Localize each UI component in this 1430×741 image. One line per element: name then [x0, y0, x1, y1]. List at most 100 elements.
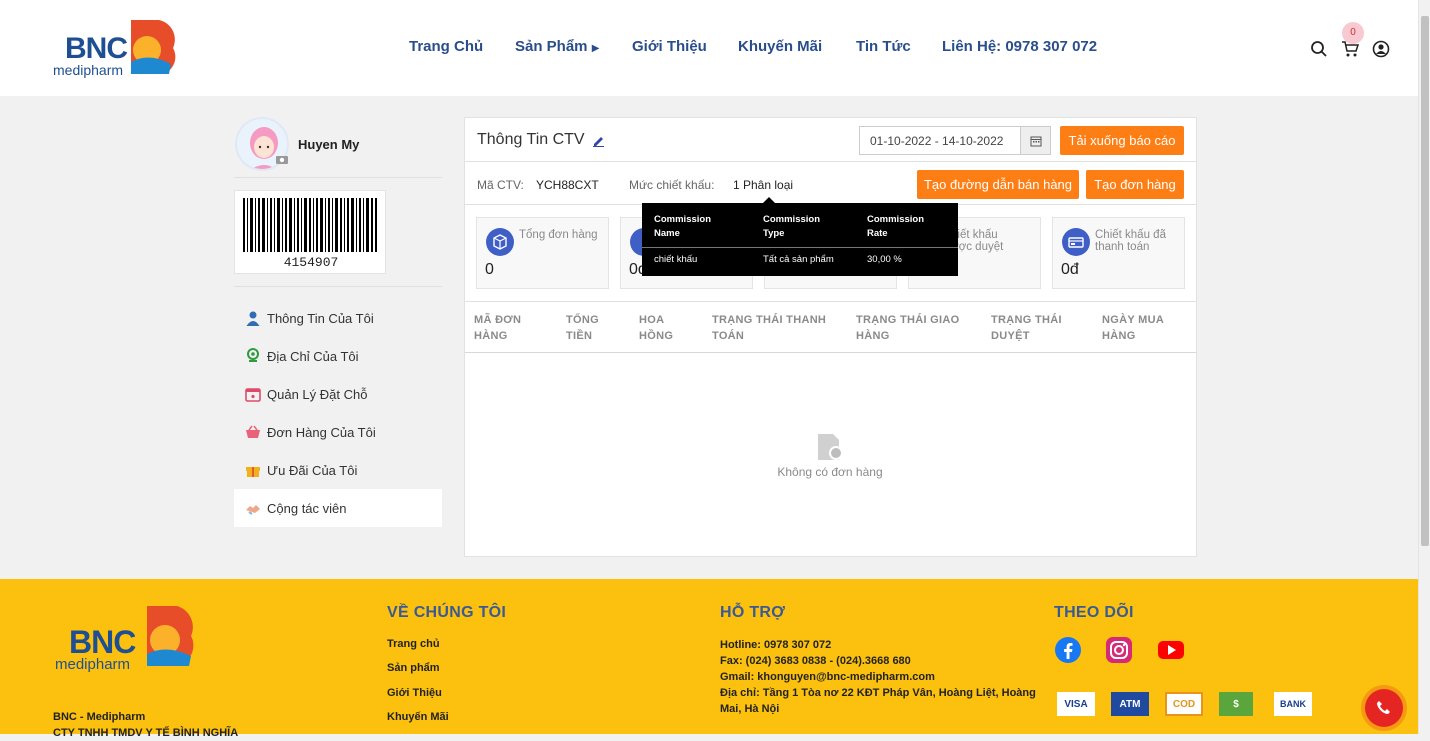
location-pin-icon — [244, 347, 262, 365]
sidebar-item-bookings[interactable]: Quản Lý Đặt Chỗ — [234, 375, 442, 413]
footer-link-about[interactable]: Giới Thiệu — [387, 687, 442, 699]
caret-right-icon: ▶ — [591, 43, 600, 54]
footer-company-full: CTY TNHH TMDV Y TẾ BÌNH NGHĨA — [53, 727, 239, 739]
youtube-icon[interactable] — [1157, 636, 1185, 664]
tooltip-header-name: Commission Name — [654, 214, 712, 239]
user-icon — [244, 309, 262, 327]
tooltip-cell-rate: 30,00 % — [867, 254, 902, 265]
date-range-picker[interactable]: 01-10-2022 - 14-10-2022 — [859, 126, 1051, 155]
nav-products-label: Sản Phẩm — [515, 38, 588, 55]
empty-state-text: Không có đơn hàng — [777, 465, 883, 479]
nav-promo[interactable]: Khuyến Mãi — [738, 38, 822, 55]
payment-label: BANK — [1280, 699, 1306, 709]
footer-about-heading: VỀ CHÚNG TÔI — [387, 604, 507, 621]
edit-icon[interactable] — [592, 134, 605, 147]
nav-about[interactable]: Giới Thiệu — [632, 38, 707, 55]
handshake-icon — [244, 499, 262, 517]
sidebar-item-my-offers[interactable]: Ưu Đãi Của Tôi — [234, 451, 442, 489]
sidebar-item-label: Thông Tin Của Tôi — [267, 310, 374, 326]
nav-home[interactable]: Trang Chủ — [409, 38, 483, 55]
phone-call-button[interactable] — [1365, 689, 1403, 727]
footer-fax: Fax: (024) 3683 0838 - (024).3668 680 — [720, 655, 911, 667]
bank-transfer-payment-icon: BANK — [1274, 692, 1312, 716]
instagram-icon[interactable] — [1105, 636, 1133, 664]
divider — [465, 161, 1196, 162]
calendar-icon[interactable] — [1020, 127, 1050, 154]
page-scrollbar[interactable] — [1418, 0, 1430, 734]
barcode: 4154907 — [234, 190, 386, 274]
download-report-button[interactable]: Tải xuống báo cáo — [1060, 126, 1184, 155]
footer-link-home[interactable]: Trang chủ — [387, 638, 440, 650]
brand-logo[interactable]: BNC medipharm — [53, 14, 193, 84]
nav-contact[interactable]: Liên Hệ: 0978 307 072 — [942, 38, 1097, 55]
stat-label: Tổng đơn hàng — [519, 229, 598, 241]
nav-products[interactable]: Sản Phẩm ▶ — [515, 38, 599, 55]
payment-label: $ — [1233, 698, 1239, 710]
col-header-order-id[interactable]: MÃ ĐƠN HÀNG — [474, 312, 521, 344]
payment-label: COD — [1172, 698, 1196, 710]
search-icon[interactable] — [1310, 40, 1328, 58]
commission-tooltip: Commission Name Commission Type Commissi… — [642, 197, 958, 276]
facebook-icon[interactable] — [1054, 636, 1082, 664]
sidebar-item-label: Cộng tác viên — [267, 500, 347, 516]
sidebar-item-my-info[interactable]: Thông Tin Của Tôi — [234, 299, 442, 337]
sidebar-item-label: Quản Lý Đặt Chỗ — [267, 386, 368, 402]
col-header-payment-status[interactable]: TRẠNG THÁI THANH TOÁN — [712, 312, 826, 344]
nav-news[interactable]: Tin Tức — [856, 38, 911, 55]
ctv-code-value: YCH88CXT — [536, 178, 599, 192]
col-header-commission[interactable]: HOA HỒNG — [639, 312, 673, 344]
sidebar-item-my-orders[interactable]: Đơn Hàng Của Tôi — [234, 413, 442, 451]
footer-link-products[interactable]: Sản phẩm — [387, 662, 440, 674]
tooltip-cell-type: Tất cả sản phẩm — [763, 254, 834, 265]
col-header-total[interactable]: TỔNG TIỀN — [566, 312, 599, 344]
wallet-icon — [1062, 228, 1090, 256]
cash-payment-icon: $ — [1219, 692, 1253, 716]
barcode-number: 4154907 — [283, 255, 339, 270]
divider — [465, 352, 1196, 353]
gift-icon — [244, 461, 262, 479]
sidebar-item-my-address[interactable]: Địa Chỉ Của Tôi — [234, 337, 442, 375]
footer-hotline[interactable]: Hotline: 0978 307 072 — [720, 637, 831, 653]
account-icon[interactable] — [1372, 40, 1390, 58]
discount-label: Mức chiết khấu: — [629, 178, 715, 192]
brand-sub: medipharm — [55, 656, 131, 673]
tooltip-header-rate: Commission Rate — [867, 214, 925, 239]
box-icon — [486, 228, 514, 256]
site-header: BNC medipharm Trang Chủ Sản Phẩm ▶ Giới … — [0, 0, 1418, 96]
payment-label: VISA — [1064, 698, 1088, 710]
footer-link-promo[interactable]: Khuyến Mãi — [387, 711, 449, 723]
footer-support-heading: HỖ TRỢ — [720, 604, 786, 621]
footer-company-short: BNC - Medipharm — [53, 711, 146, 723]
stat-total-orders: Tổng đơn hàng 0 — [476, 217, 609, 289]
footer-gmail[interactable]: Gmail: khonguyen@bnc-medipharm.com — [720, 669, 935, 685]
brand-name: BNC — [65, 32, 128, 65]
stat-label: hiết khấu ược duyệt — [951, 229, 1004, 253]
tooltip-cell-name: chiết khấu — [654, 254, 698, 265]
camera-icon[interactable] — [276, 154, 288, 164]
footer-brand-logo[interactable]: BNC medipharm — [55, 602, 215, 676]
sidebar-item-label: Đơn Hàng Của Tôi — [267, 424, 376, 440]
divider — [234, 177, 442, 178]
empty-document-icon — [818, 434, 843, 460]
barcode-image — [243, 198, 377, 252]
create-sales-link-button[interactable]: Tạo đường dẫn bán hàng — [917, 170, 1079, 199]
col-header-shipping-status[interactable]: TRẠNG THÁI GIAO HÀNG — [856, 312, 960, 344]
stat-value: 0đ — [1061, 261, 1079, 278]
cart-count-badge: 0 — [1342, 22, 1364, 44]
scrollbar-thumb[interactable] — [1421, 16, 1429, 546]
footer-follow-heading: THEO DÕI — [1054, 604, 1134, 621]
sidebar-item-collaborator[interactable]: Cộng tác viên — [234, 489, 442, 527]
stat-label: Chiết khấu đã thanh toán — [1095, 229, 1166, 253]
divider — [465, 301, 1196, 302]
stat-paid-commission: Chiết khấu đã thanh toán 0đ — [1052, 217, 1185, 289]
sidebar-item-label: Địa Chỉ Của Tôi — [267, 348, 359, 364]
visa-payment-icon: VISA — [1057, 692, 1095, 716]
basket-icon — [244, 423, 262, 441]
phone-icon — [1377, 701, 1390, 714]
col-header-approval-status[interactable]: TRẠNG THÁI DUYỆT — [991, 312, 1062, 344]
stat-value: 0 — [485, 261, 494, 278]
discount-value[interactable]: 1 Phân loại — [733, 178, 793, 192]
col-header-purchase-date[interactable]: NGÀY MUA HÀNG — [1102, 312, 1164, 344]
create-order-button[interactable]: Tạo đơn hàng — [1086, 170, 1184, 199]
tooltip-divider — [642, 247, 958, 248]
